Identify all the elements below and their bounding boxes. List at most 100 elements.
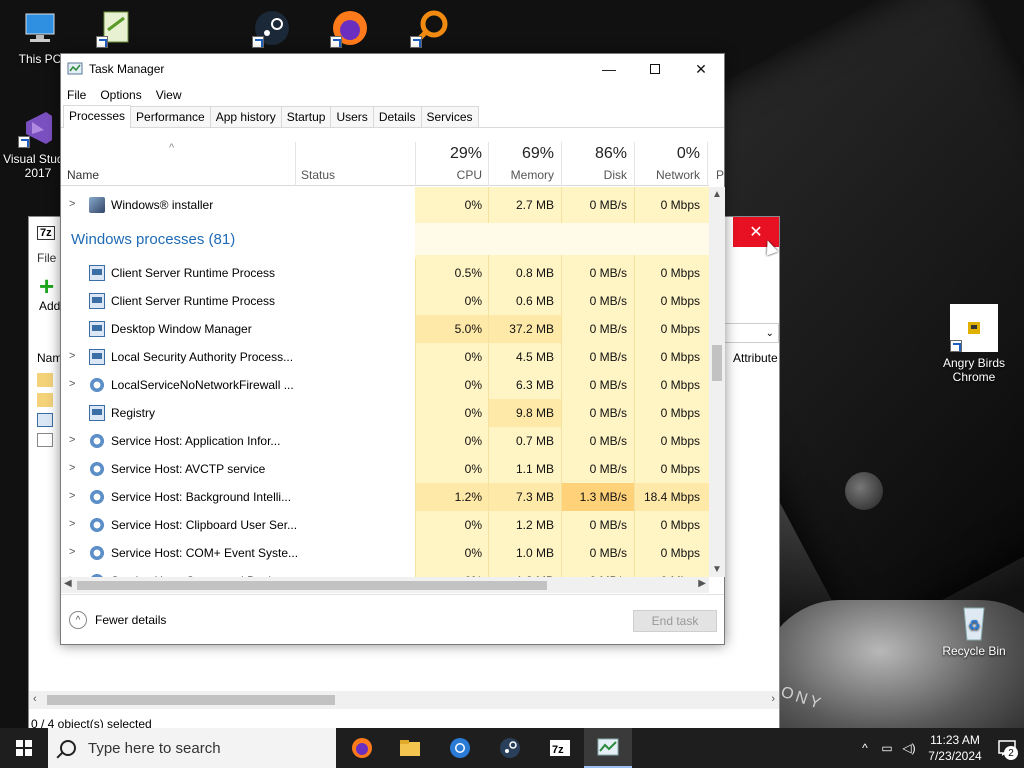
bg-column-attribute[interactable]: Attribute	[733, 351, 778, 365]
group-header-row[interactable]: Windows processes (81)	[61, 223, 709, 255]
search-placeholder: Type here to search	[88, 739, 221, 757]
bg-address-dropdown[interactable]: ⌄	[723, 323, 779, 343]
scroll-up-icon[interactable]: ▲	[712, 189, 722, 200]
column-cpu[interactable]: 29% CPU	[415, 144, 482, 182]
vertical-scrollbar[interactable]: ▲ ▼	[709, 187, 725, 577]
table-row[interactable]: > Service Host: Background Intelli... 1.2%…	[61, 483, 709, 511]
desktop-icon-search-tool[interactable]	[392, 8, 468, 52]
notification-center-button[interactable]: 2	[990, 728, 1024, 768]
table-row[interactable]: >Service Host: Connected Device...0%1.8 …	[61, 567, 709, 577]
task-manager-titlebar[interactable]: Task Manager — ✕	[61, 54, 724, 84]
memory-value: 7.3 MB	[515, 490, 554, 504]
table-row[interactable]: > Service Host: Application Infor... 0% 0.7…	[61, 427, 709, 455]
scroll-left-icon[interactable]: ‹	[33, 693, 37, 705]
taskbar-7zip[interactable]: 7z	[536, 728, 584, 768]
tab-users[interactable]: Users	[330, 106, 374, 127]
bg-scroll-thumb[interactable]	[47, 695, 335, 705]
desktop-icon-angry-birds[interactable]: Angry Birds Chrome	[936, 304, 1012, 384]
tab-app-history[interactable]: App history	[209, 106, 282, 127]
disk-value: 0 MB/s	[589, 322, 627, 336]
scroll-right-icon[interactable]: ›	[771, 693, 775, 705]
menu-options[interactable]: Options	[100, 88, 141, 102]
memory-value: 6.3 MB	[515, 378, 554, 392]
table-row[interactable]: Registry 0% 9.8 MB 0 MB/s 0 Mbps	[61, 399, 709, 427]
chevron-up-icon[interactable]: ^	[854, 741, 876, 755]
disk-value: 0 MB/s	[589, 266, 627, 280]
chevron-right-icon[interactable]: >	[69, 518, 75, 530]
taskbar-task-manager[interactable]	[584, 728, 632, 768]
column-network[interactable]: 0% Network	[634, 144, 700, 182]
gear-icon	[89, 377, 105, 393]
desktop-icon-steam[interactable]	[234, 8, 310, 52]
volume-icon[interactable]: ◁)	[898, 741, 920, 755]
chevron-right-icon[interactable]: >	[69, 350, 75, 362]
firefox-icon	[352, 738, 372, 758]
table-row[interactable]: Client Server Runtime Process 0% 0.6 MB 0 M…	[61, 287, 709, 315]
taskbar-steam[interactable]	[486, 728, 534, 768]
clock[interactable]: 11:23 AM 7/23/2024	[920, 732, 990, 764]
taskbar-search[interactable]: Type here to search	[48, 728, 336, 768]
bg-horizontal-scrollbar[interactable]: ‹ ›	[29, 691, 779, 709]
chevron-right-icon[interactable]: >	[69, 434, 75, 446]
scroll-left-icon[interactable]: ◀	[64, 578, 72, 589]
network-label: Network	[655, 168, 700, 182]
visual-studio-icon	[18, 108, 58, 148]
bg-menu-file[interactable]: File	[37, 251, 56, 265]
column-power[interactable]: P	[716, 168, 724, 182]
tab-processes[interactable]: Processes	[63, 105, 132, 128]
vertical-scroll-thumb[interactable]	[712, 345, 722, 381]
horizontal-scrollbar[interactable]: ◀ ▶	[61, 577, 709, 593]
memory-label: Memory	[510, 168, 554, 182]
chevron-right-icon[interactable]: >	[69, 462, 75, 474]
tab-performance[interactable]: Performance	[130, 106, 211, 127]
bg-column-name[interactable]: Nam	[37, 351, 62, 365]
process-name: Local Security Authority Process...	[111, 350, 294, 364]
column-memory[interactable]: 69% Memory	[488, 144, 554, 182]
table-row[interactable]: > Service Host: AVCTP service 0% 1.1 MB 0 MB…	[61, 455, 709, 483]
wallpaper-knob	[845, 472, 883, 510]
tab-details[interactable]: Details	[372, 106, 422, 127]
memory-value: 1.1 MB	[515, 462, 554, 476]
desktop-icon-recycle-bin[interactable]: ♻ Recycle Bin	[936, 600, 1012, 658]
network-value: 0 Mbps	[660, 378, 700, 392]
start-button[interactable]	[0, 728, 48, 768]
minimize-button[interactable]: —	[586, 54, 632, 84]
column-disk[interactable]: 86% Disk	[561, 144, 627, 182]
horizontal-scroll-thumb[interactable]	[77, 581, 547, 590]
desktop-icon-notepad-plus[interactable]	[78, 8, 154, 52]
fewer-details-button[interactable]: ^ Fewer details	[69, 611, 166, 629]
task-manager-window[interactable]: Task Manager — ✕ File Options View Proce…	[60, 53, 725, 645]
column-name[interactable]: Name	[67, 168, 99, 182]
tab-services[interactable]: Services	[420, 106, 479, 127]
end-task-button[interactable]: End task	[633, 610, 717, 632]
svg-text:♻: ♻	[968, 617, 981, 633]
scroll-down-icon[interactable]: ▼	[712, 564, 722, 575]
chevron-right-icon[interactable]: >	[69, 490, 75, 502]
menu-file[interactable]: File	[67, 88, 86, 102]
maximize-icon	[650, 64, 660, 74]
table-row[interactable]: > Service Host: Clipboard User Ser... 0% 1.…	[61, 511, 709, 539]
chevron-right-icon[interactable]: >	[69, 198, 75, 210]
close-button[interactable]: ✕	[678, 54, 724, 84]
table-row[interactable]: > Service Host: COM+ Event Syste... 0% 1.0 …	[61, 539, 709, 567]
tab-startup[interactable]: Startup	[280, 106, 332, 127]
chevron-right-icon[interactable]: >	[69, 546, 75, 558]
bg-file-list	[37, 373, 53, 453]
maximize-button[interactable]	[632, 54, 678, 84]
taskbar-chrome[interactable]	[436, 728, 484, 768]
taskbar-file-explorer[interactable]	[386, 728, 434, 768]
network-icon[interactable]: ▭	[876, 741, 898, 755]
table-row[interactable]: Client Server Runtime Process 0.5% 0.8 MB 0…	[61, 259, 709, 287]
scroll-right-icon[interactable]: ▶	[698, 578, 706, 589]
table-row[interactable]: > LocalServiceNoNetworkFirewall ... 0% 6.3 …	[61, 371, 709, 399]
table-row[interactable]: > Windows® installer 0% 2.7 MB 0 MB/s 0 …	[61, 191, 709, 219]
bg-add-button[interactable]: Add	[39, 299, 60, 313]
taskbar-firefox[interactable]	[338, 728, 386, 768]
menu-view[interactable]: View	[156, 88, 182, 102]
table-row[interactable]: > Local Security Authority Process... 0% 4.…	[61, 343, 709, 371]
chevron-right-icon[interactable]: >	[69, 378, 75, 390]
table-row[interactable]: Desktop Window Manager 5.0% 37.2 MB 0 MB/s 0…	[61, 315, 709, 343]
memory-value: 1.0 MB	[515, 546, 554, 560]
column-status[interactable]: Status	[301, 168, 335, 182]
desktop-icon-firefox[interactable]	[312, 8, 388, 52]
